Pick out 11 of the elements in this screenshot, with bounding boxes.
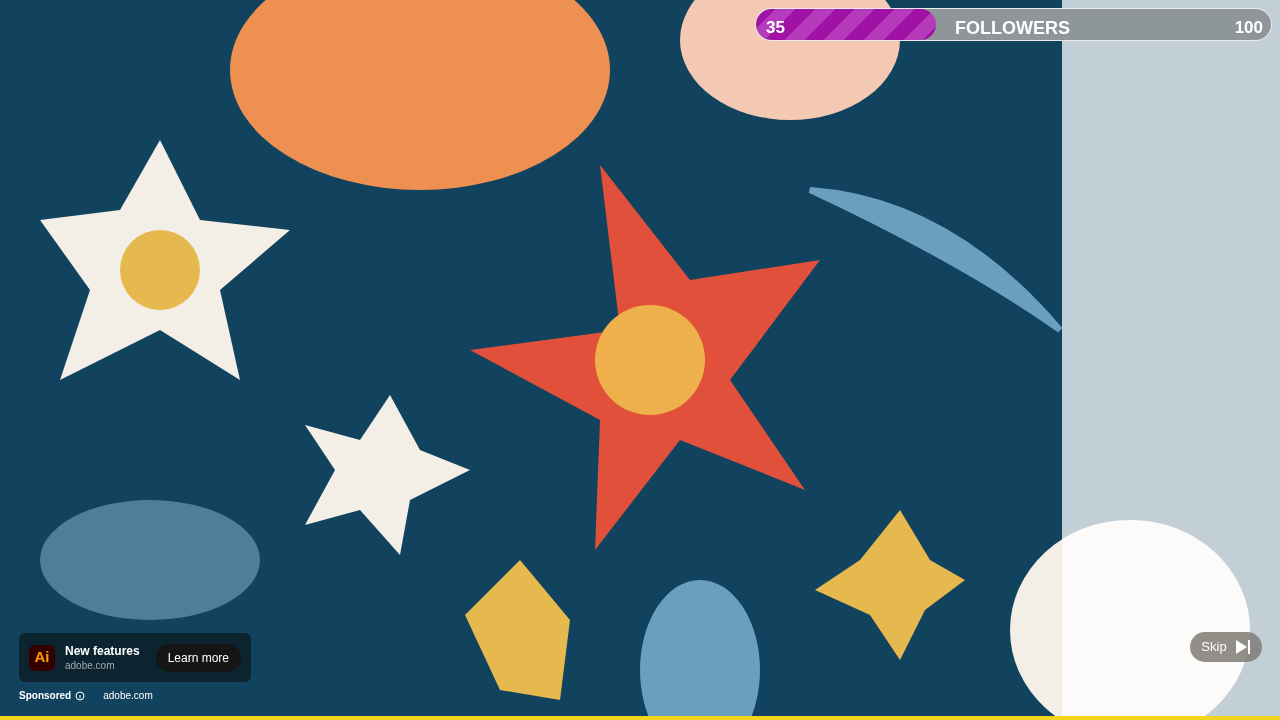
- follower-goal: 100: [1234, 17, 1263, 39]
- app-logo: Ai: [29, 644, 55, 671]
- followers-label: FOLLOWERS: [955, 17, 1070, 40]
- ad-domain: adobe.com: [103, 689, 153, 703]
- follower-count: 35: [766, 17, 785, 39]
- skip-next-icon: [1234, 640, 1251, 654]
- info-icon[interactable]: [75, 690, 86, 701]
- ad-title: New features: [65, 643, 140, 659]
- ad-domain: adobe.com: [65, 658, 116, 672]
- sponsored-label: Sponsored: [19, 689, 72, 703]
- learn-more-button[interactable]: Learn more: [155, 643, 241, 672]
